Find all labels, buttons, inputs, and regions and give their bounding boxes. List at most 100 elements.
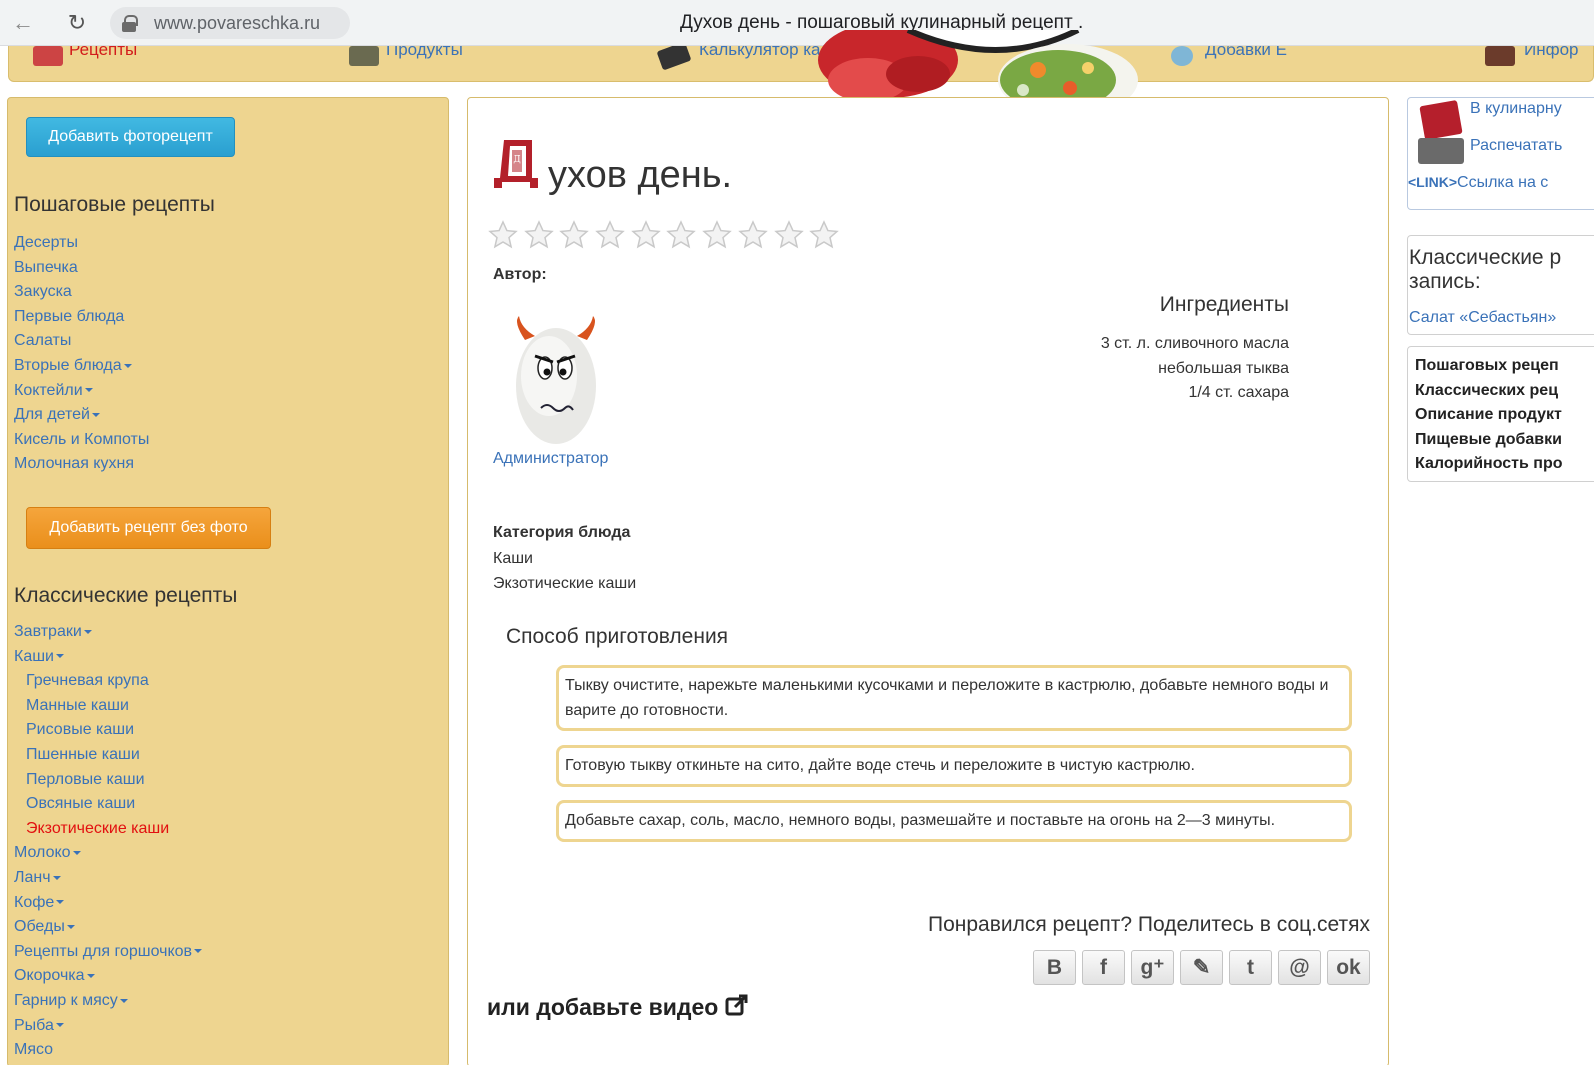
- reload-icon[interactable]: ↻: [64, 10, 90, 36]
- sidebar-item-porridge[interactable]: Каши: [14, 645, 202, 670]
- mail-icon: @: [1289, 956, 1310, 979]
- sidebar-item-desserts[interactable]: Десерты: [14, 231, 149, 256]
- sidebar-item-buckwheat[interactable]: Гречневая крупа: [14, 669, 202, 694]
- sidebar-item-label: Вторые блюда: [14, 356, 122, 374]
- sidebar-item-millet[interactable]: Пшенные каши: [14, 743, 202, 768]
- link-tag-icon: <LINK>: [1408, 174, 1458, 190]
- step-recipes-heading: Пошаговые рецепты: [14, 193, 215, 216]
- sidebar-item-label: Кофе: [14, 893, 55, 911]
- sidebar-item-baking[interactable]: Выпечка: [14, 256, 149, 281]
- sidebar-item-salads[interactable]: Салаты: [14, 329, 149, 354]
- caret-down-icon: [194, 949, 203, 954]
- classic-recipe-link[interactable]: Салат «Себастьян»: [1409, 309, 1556, 327]
- tumblr-share-button[interactable]: t: [1229, 950, 1272, 985]
- sidebar-item-coffee[interactable]: Кофе: [14, 891, 202, 916]
- stat-item: Пошаговых рецеп: [1415, 357, 1559, 374]
- livejournal-share-button[interactable]: ✎: [1180, 950, 1223, 985]
- sidebar-item-label: Первые блюда: [14, 307, 125, 325]
- sidebar-item-fish[interactable]: Рыба: [14, 1014, 202, 1039]
- sidebar-item-label: Перловые каши: [26, 770, 145, 788]
- add-to-cookbook-link[interactable]: В кулинарну: [1470, 100, 1562, 118]
- add-video-label: или добавьте видео: [487, 994, 719, 1020]
- caret-down-icon: [56, 654, 64, 659]
- topmenu-products[interactable]: Продукты: [386, 46, 463, 60]
- rating-stars[interactable]: [488, 220, 845, 252]
- sidebar-item-semolina[interactable]: Манные каши: [14, 694, 202, 719]
- ingredient-item: 1/4 ст. сахара: [1188, 384, 1289, 402]
- caret-down-icon: [56, 900, 65, 905]
- sidebar-item-barley[interactable]: Перловые каши: [14, 768, 202, 793]
- sidebar-item-label: Манные каши: [26, 696, 129, 714]
- facebook-share-button[interactable]: f: [1082, 950, 1125, 985]
- sidebar-item-milk[interactable]: Молоко: [14, 841, 202, 866]
- dropcap-letter: Д: [513, 155, 520, 165]
- caret-down-icon: [72, 851, 81, 856]
- site-top-menu: Рецепты Продукты Калькулятор калорий Доб…: [8, 46, 1594, 82]
- sidebar-item-meat-garnish[interactable]: Гарнир к мясу: [14, 989, 202, 1014]
- add-video-link[interactable]: или добавьте видео: [487, 993, 749, 1021]
- sidebar-item-label: Гречневая крупа: [26, 672, 149, 690]
- sidebar-item-label: Кисель и Компоты: [14, 430, 150, 448]
- sidebar-item-cocktails[interactable]: Коктейли: [14, 379, 149, 404]
- sidebar-item-lunch[interactable]: Ланч: [14, 866, 202, 891]
- sidebar-item-first-courses[interactable]: Первые блюда: [14, 305, 149, 330]
- star-icon[interactable]: [595, 220, 625, 250]
- address-bar[interactable]: www.povareschka.ru: [110, 7, 350, 39]
- stat-item: Пищевые добавки: [1415, 430, 1562, 448]
- star-icon[interactable]: [666, 220, 697, 250]
- sidebar-item-oat[interactable]: Овсяные каши: [14, 792, 202, 817]
- add-recipe-no-photo-button[interactable]: Добавить рецепт без фото: [26, 507, 271, 549]
- sidebar-item-for-kids[interactable]: Для детей: [14, 403, 149, 428]
- topmenu-info[interactable]: Инфор: [1524, 46, 1579, 60]
- mail-share-button[interactable]: @: [1278, 950, 1321, 985]
- sidebar-item-chicken-legs[interactable]: Окорочка: [14, 964, 202, 989]
- livejournal-icon: ✎: [1192, 956, 1211, 979]
- printer-icon: [1418, 138, 1464, 164]
- sidebar-item-pot-recipes[interactable]: Рецепты для горшочков: [14, 940, 203, 965]
- sidebar-item-meat[interactable]: Мясо: [14, 1038, 202, 1063]
- sidebar-item-dairy[interactable]: Молочная кухня: [14, 452, 149, 477]
- facebook-icon: f: [1100, 956, 1107, 979]
- share-buttons: Вf g⁺ ✎ t @ ok: [1027, 950, 1370, 985]
- share-title: Понравился рецепт? Поделитесь в соц.сетя…: [927, 913, 1370, 936]
- method-step: Добавьте сахар, соль, масло, немного вод…: [556, 800, 1352, 842]
- topmenu-additives[interactable]: Добавки Е: [1205, 46, 1287, 60]
- ingredient-item: 3 ст. л. сливочного масла: [1100, 335, 1289, 352]
- author-name-link[interactable]: Администратор: [493, 450, 608, 468]
- sidebar-item-exotic[interactable]: Экзотические каши: [14, 817, 202, 842]
- star-icon[interactable]: [773, 220, 804, 250]
- star-icon[interactable]: [809, 220, 839, 250]
- stat-item: Классических рец: [1415, 381, 1559, 399]
- sidebar-item-dinners[interactable]: Обеды: [14, 915, 202, 940]
- star-icon[interactable]: [738, 220, 768, 250]
- sidebar-item-kissel[interactable]: Кисель и Компоты: [14, 428, 149, 453]
- vk-share-button[interactable]: В: [1033, 950, 1076, 985]
- category-list: Каши Экзотические каши: [493, 547, 636, 596]
- star-icon[interactable]: [630, 220, 661, 250]
- url-text: www.povareschka.ru: [154, 13, 321, 33]
- share-link[interactable]: <LINK>Ссылка на с: [1408, 174, 1548, 192]
- star-icon[interactable]: [702, 220, 732, 250]
- star-icon[interactable]: [559, 220, 590, 250]
- odnoklassniki-share-button[interactable]: ok: [1327, 950, 1370, 985]
- caret-down-icon: [123, 363, 132, 368]
- google-plus-share-button[interactable]: g⁺: [1131, 950, 1174, 985]
- print-link[interactable]: Распечатать: [1470, 137, 1562, 155]
- sidebar-item-main-courses[interactable]: Вторые блюда: [14, 354, 149, 379]
- back-arrow-icon[interactable]: ←: [10, 10, 36, 36]
- recipe-title: ухов день.: [548, 154, 733, 196]
- sidebar-item-snacks[interactable]: Закуска: [14, 280, 149, 305]
- caret-down-icon: [52, 875, 61, 880]
- star-icon[interactable]: [523, 220, 554, 250]
- sidebar-item-label: Выпечка: [14, 258, 78, 276]
- ingredients-list: 3 ст. л. сливочного масла небольшая тыкв…: [1101, 332, 1289, 406]
- caret-down-icon: [119, 998, 128, 1003]
- sidebar-item-breakfast[interactable]: Завтраки: [14, 620, 202, 645]
- topmenu-recipes[interactable]: Рецепты: [69, 46, 137, 60]
- star-icon[interactable]: [488, 220, 518, 250]
- sidebar-item-label: Рецепты для горшочков: [14, 942, 193, 960]
- info-icon: [1485, 46, 1515, 66]
- add-photo-recipe-button[interactable]: Добавить фоторецепт: [26, 117, 235, 157]
- sidebar-item-rice[interactable]: Рисовые каши: [14, 718, 202, 743]
- step-recipes-list: Десерты Выпечка Закуска Первые блюда Сал…: [14, 231, 149, 477]
